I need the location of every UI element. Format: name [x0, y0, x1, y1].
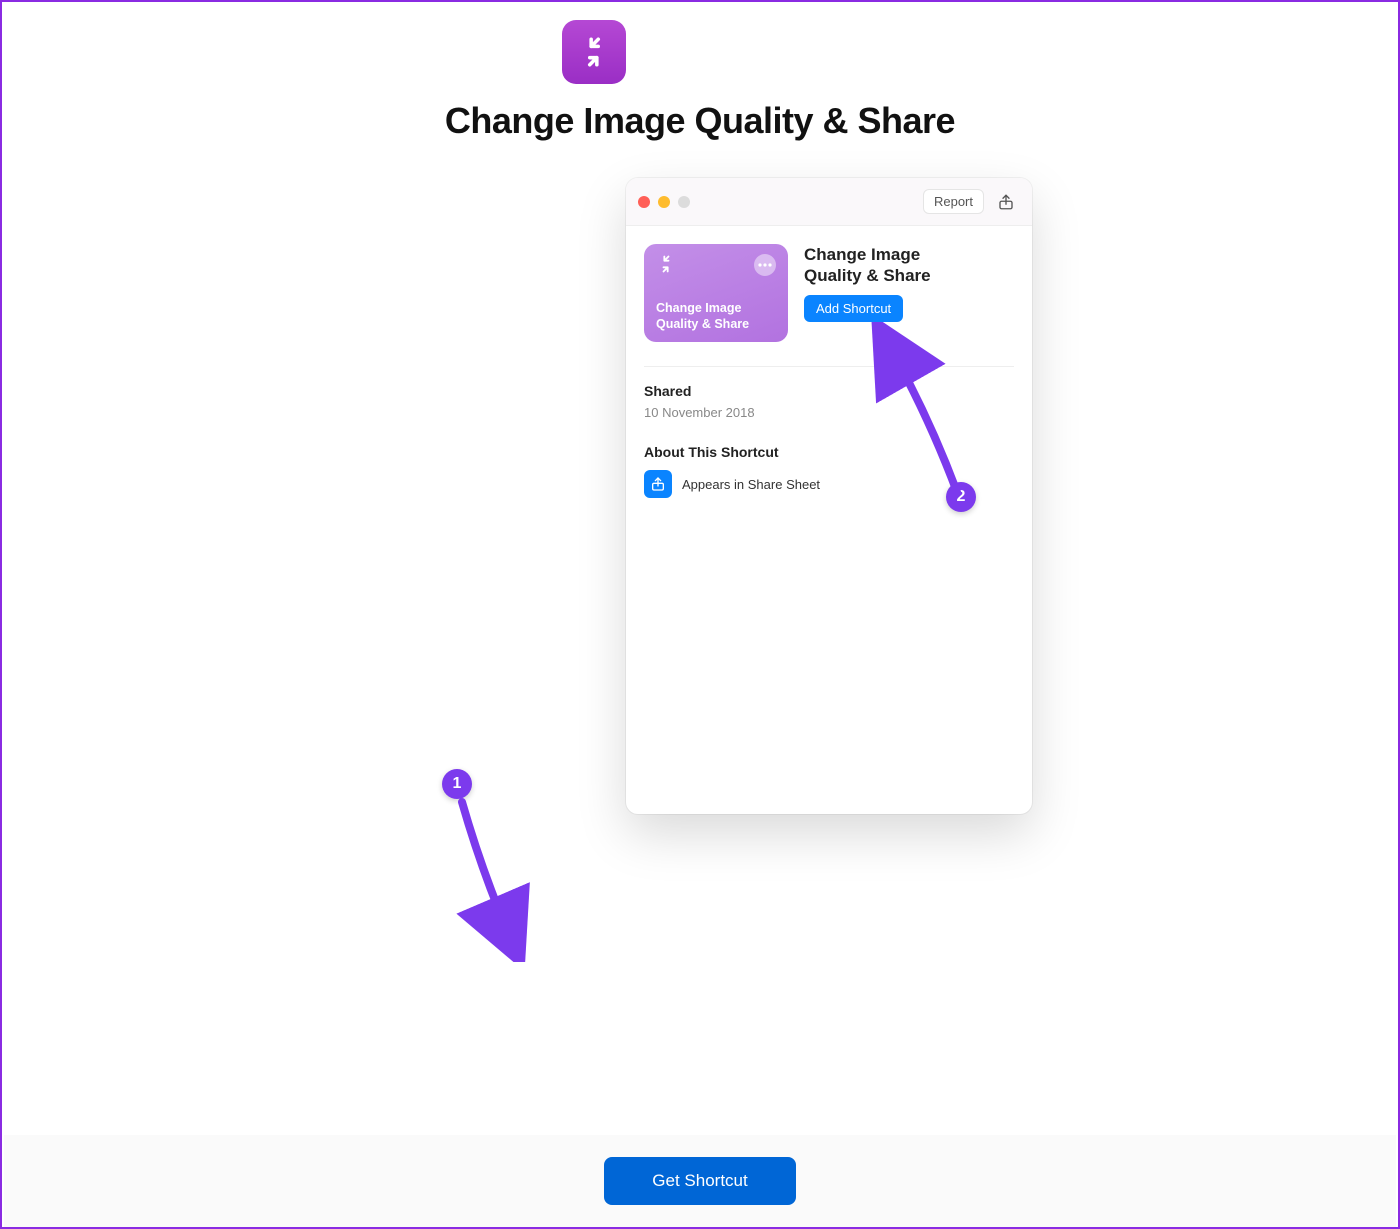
share-icon [997, 193, 1015, 211]
share-sheet-text: Appears in Share Sheet [682, 477, 820, 492]
shared-section: Shared 10 November 2018 [644, 383, 1014, 420]
page-title: Change Image Quality & Share [2, 100, 1398, 142]
compress-arrows-icon [577, 35, 611, 69]
close-window-button[interactable] [638, 196, 650, 208]
annotation-arrow-1 [452, 792, 552, 962]
about-label: About This Shortcut [644, 444, 1014, 460]
annotation-badge-1: 1 [442, 769, 472, 799]
annotation-badge-2: 2 [946, 482, 976, 512]
share-button[interactable] [992, 188, 1020, 216]
card-more-button[interactable] [754, 254, 776, 276]
hero-app-icon [562, 20, 626, 84]
shared-label: Shared [644, 383, 1014, 399]
share-sheet-badge-icon [644, 470, 672, 498]
ellipsis-icon [758, 263, 772, 267]
share-icon [650, 476, 666, 492]
shortcut-preview-card[interactable]: Change Image Quality & Share [644, 244, 788, 342]
card-title: Change Image Quality & Share [656, 300, 776, 333]
window-controls [638, 196, 690, 208]
shared-date: 10 November 2018 [644, 405, 1014, 420]
get-shortcut-button[interactable]: Get Shortcut [604, 1157, 795, 1205]
zoom-window-button[interactable] [678, 196, 690, 208]
report-button[interactable]: Report [923, 189, 984, 214]
detail-title: Change Image Quality & Share [804, 244, 931, 287]
minimize-window-button[interactable] [658, 196, 670, 208]
add-shortcut-button[interactable]: Add Shortcut [804, 295, 903, 322]
window-titlebar: Report [626, 178, 1032, 226]
bottom-bar: Get Shortcut [4, 1135, 1396, 1227]
compress-arrows-icon [656, 254, 676, 274]
